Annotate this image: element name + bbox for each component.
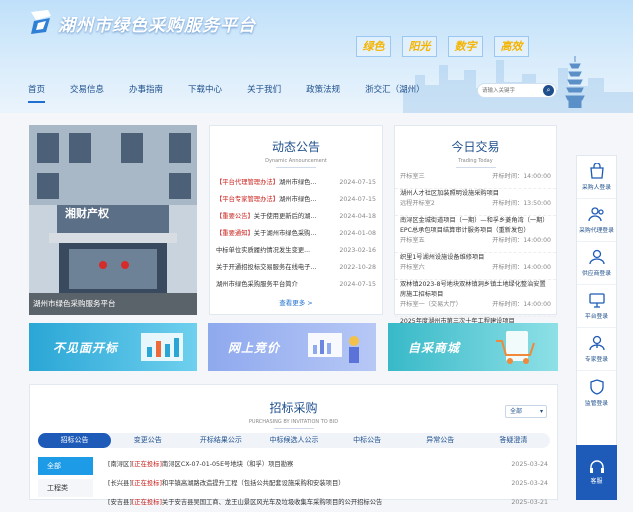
building-photo[interactable]: 湘财产权 湖州市绿色采购服务平台 [29,125,197,315]
nav-zhejiaohui[interactable]: 浙交汇（湖州） [365,80,425,103]
tab-bid-notice[interactable]: 招标公告 [38,433,112,448]
nav-trade-info[interactable]: 交易信息 [70,80,104,103]
photo-caption: 湖州市绿色采购服务平台 [29,293,197,315]
users-icon [587,207,604,222]
bid-subtitle: PURCHASING BY INVITATION TO BID [248,419,339,425]
news-item[interactable]: 中标单位实质履约情况发生变更... 2023-02-16 [210,242,382,259]
bid-title: 招标采购 [269,401,318,415]
nav-guide[interactable]: 办事指南 [129,80,163,103]
platform-login-button[interactable]: 平台登录 [577,285,616,328]
news-panel: 动态公告 Dynamic Announcement 【平台代理管理办法】湖州市绿… [209,125,383,315]
trade-item[interactable]: 南浔区金城街道项目（一期）—和孚乡菱角湾（一期）EPC总承包项目结算审计服务项目… [395,216,556,253]
news-title: 动态公告 [271,140,320,154]
tab-clarification[interactable]: 答疑澄清 [477,433,550,448]
tab-candidate[interactable]: 中标候选人公示 [257,433,330,448]
news-subtitle: Dynamic Announcement [265,158,327,164]
search-input[interactable] [482,84,542,97]
tab-award-notice[interactable]: 中标公告 [331,433,404,448]
slogan-efficient: 高效 [494,36,529,57]
purchaser-login-button[interactable]: 采购人登录 [577,156,616,199]
bid-item[interactable]: [安吉县][正在投标]关于安吉县吴国工商、龙王山景区风光车及垃圾收集车采购项目的… [108,493,548,512]
nav-home[interactable]: 首页 [28,80,46,103]
logo-icon [31,10,51,34]
headset-icon [589,460,604,473]
building-illustration [29,125,197,315]
banner-remote-bid-opening[interactable]: 不见面开标 [29,323,197,371]
tab-opening-result[interactable]: 开标结果公示 [184,433,257,448]
divider [276,167,316,168]
building-sign: 湘财产权 [65,207,109,220]
trade-subtitle: Trading Today [458,158,493,164]
login-sidebar: 采购人登录 采购代理登录 供应商登录 平台登录 专家登录 监管登录 [576,155,617,460]
bid-item[interactable]: [南浔区][正在投标]南浔区CX-07-01-05E号地块（和孚）项目勘察 202… [108,455,548,474]
supplier-icon [588,249,605,265]
pagoda-icon [565,56,585,108]
news-item[interactable]: 湖州市绿色采购服务平台简介 2024-07-15 [210,276,382,293]
agency-login-button[interactable]: 采购代理登录 [577,199,616,242]
bid-list: [南浔区][正在投标]南浔区CX-07-01-05E号地块（和孚）项目勘察 202… [108,455,548,512]
header-banner: 湖州市绿色采购服务平台 绿色 阳光 数字 高效 首页 交易信息 办事指南 下载中… [0,0,633,113]
category-all[interactable]: 全部 [38,457,93,475]
news-item[interactable]: 【重要公告】关于使用更新后的湖... 2024-04-18 [210,208,382,225]
supplier-login-button[interactable]: 供应商登录 [577,242,616,285]
slogan-digital: 数字 [448,36,483,57]
trade-title: 今日交易 [451,140,500,154]
news-more-link[interactable]: 查看更多 > [210,297,382,307]
bar-chart-icon [141,333,183,361]
slogan-sunshine: 阳光 [402,36,437,57]
news-item[interactable]: 【平台专家管理办法】湖州市绿色... 2024-07-15 [210,191,382,208]
main-nav: 首页 交易信息 办事指南 下载中心 关于我们 政策法规 浙交汇（湖州） [28,80,450,103]
nav-policy[interactable]: 政策法规 [306,80,340,103]
site-title: 湖州市绿色采购服务平台 [58,16,256,36]
monitor-icon [588,293,605,308]
search-icon[interactable]: ⌕ [543,85,554,96]
divider [273,428,314,429]
news-item[interactable]: 【平台代理管理办法】湖州市绿色... 2024-07-15 [210,174,382,191]
tab-exception-notice[interactable]: 异常公告 [404,433,477,448]
news-item[interactable]: 关于开通招投标交易服务在线电子... 2022-10-28 [210,259,382,276]
trade-item[interactable]: 织里1号湖州设施设备维修项目 开标室六 开标时间：14:00:00 [395,253,556,280]
shield-icon [589,378,604,395]
shopping-cart-illustration [496,331,535,364]
news-item[interactable]: 【重要通知】关于湖州市绿色采购... 2024-01-08 [210,225,382,242]
expert-login-button[interactable]: 专家登录 [577,328,616,371]
online-bidding-illustration [308,333,359,363]
chevron-down-icon: ▾ [539,408,543,415]
category-engineering[interactable]: 工程类 [38,479,93,497]
search-box: ⌕ [477,83,557,98]
trade-item[interactable]: 湖州人才社区加装照明设施采购项目 远程开标室2 开标时间：13:50:00 [395,189,556,216]
customer-service-button[interactable]: 客服 [576,445,617,500]
category-list: 全部 工程类 [38,457,93,501]
tab-change-notice[interactable]: 变更公告 [111,433,184,448]
region-filter-select[interactable]: 全部 ▾ [505,405,547,418]
trade-panel: 今日交易 Trading Today 开标室三 开标时间：14:00:00 湖州人… [394,125,557,325]
slogan-group: 绿色 阳光 数字 高效 [356,36,529,57]
bid-tabs: 招标公告 变更公告 开标结果公示 中标候选人公示 中标公告 异常公告 答疑澄清 [38,433,550,448]
banner-self-purchase-mall[interactable]: 自采商城 [388,323,558,371]
bid-item[interactable]: [长兴县][正在投标]和平镇高湖路改造提升工程（包括公共配套设施采购和安装项目）… [108,474,548,493]
nav-downloads[interactable]: 下载中心 [188,80,222,103]
slogan-green: 绿色 [356,36,391,57]
trade-item[interactable]: 开标室三 开标时间：14:00:00 [395,172,556,189]
expert-icon [588,335,605,351]
supervisor-login-button[interactable]: 监管登录 [577,371,616,414]
shopping-bag-icon [589,163,604,179]
divider [455,167,496,168]
trade-item[interactable]: 双林镇2023-8号地块双林镇洞乡镇土地绿化整治安置房施工招标项目 开标室一（交易… [395,280,556,317]
nav-about[interactable]: 关于我们 [247,80,281,103]
banner-online-bidding[interactable]: 网上竞价 [208,323,376,371]
bid-section: 招标采购 PURCHASING BY INVITATION TO BID 全部 ▾… [29,384,558,506]
